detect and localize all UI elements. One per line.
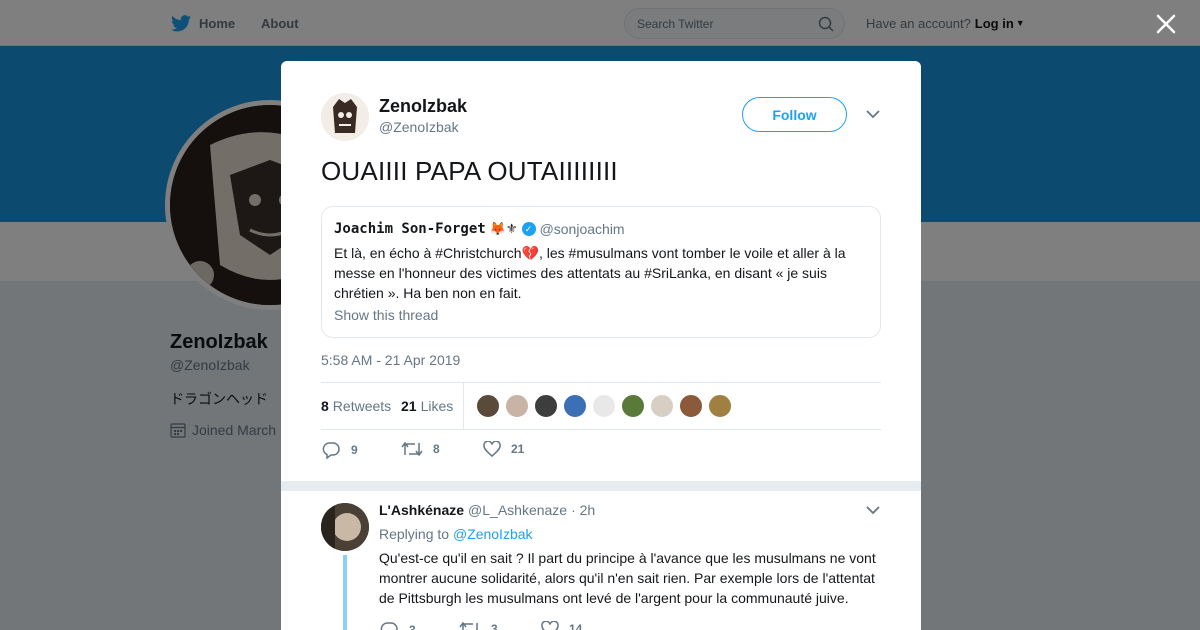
reply-like-count: 14 bbox=[569, 622, 583, 630]
show-thread-link[interactable]: Show this thread bbox=[334, 307, 868, 323]
liker-avatar[interactable] bbox=[679, 394, 703, 418]
liker-avatar[interactable] bbox=[708, 394, 732, 418]
liker-avatar[interactable] bbox=[592, 394, 616, 418]
retweets-stat[interactable]: 8 Retweets bbox=[321, 383, 391, 429]
reply-action[interactable]: 9 bbox=[321, 441, 358, 459]
quoted-author-handle: @sonjoachim bbox=[539, 221, 625, 237]
reply-count: 9 bbox=[351, 443, 358, 457]
like-action[interactable]: 21 bbox=[483, 441, 524, 457]
likes-label: Likes bbox=[420, 398, 454, 414]
retweet-icon bbox=[401, 441, 423, 457]
verified-badge-icon: ✓ bbox=[521, 222, 536, 236]
replying-to: Replying to @ZenoIzbak bbox=[379, 526, 533, 542]
reply-retweet-action[interactable]: 3 bbox=[459, 621, 498, 630]
retweet-icon bbox=[459, 621, 478, 630]
quoted-author-name: Joachim Son-Forget bbox=[334, 221, 486, 237]
close-icon[interactable] bbox=[1154, 12, 1178, 36]
reply-actions: 3 3 14 bbox=[379, 621, 679, 630]
reply-header: L'Ashkénaze @L_Ashkenaze · 2h bbox=[379, 502, 595, 518]
author-avatar-image bbox=[321, 93, 369, 141]
reply-author-handle[interactable]: @L_Ashkenaze bbox=[468, 502, 567, 518]
tweet-timestamp[interactable]: 5:58 AM - 21 Apr 2019 bbox=[321, 352, 460, 368]
heart-icon bbox=[483, 441, 501, 457]
quoted-tweet-header: Joachim Son-Forget 🦊⚜ ✓ @sonjoachim bbox=[334, 219, 868, 239]
reply-reply-action[interactable]: 3 bbox=[379, 621, 416, 630]
quoted-tweet[interactable]: Joachim Son-Forget 🦊⚜ ✓ @sonjoachim Et l… bbox=[321, 206, 881, 338]
likes-count: 21 bbox=[401, 398, 417, 414]
tweet-author-avatar[interactable] bbox=[321, 93, 369, 141]
quoted-tweet-text: Et là, en écho à #Christchurch💔, les #mu… bbox=[334, 245, 846, 301]
reply-retweet-count: 3 bbox=[491, 622, 498, 630]
heart-icon bbox=[541, 621, 559, 630]
reply-icon bbox=[322, 442, 340, 459]
replies-separator bbox=[281, 481, 921, 491]
retweets-label: Retweets bbox=[332, 398, 392, 414]
liker-avatar[interactable] bbox=[621, 394, 645, 418]
retweets-count: 8 bbox=[321, 398, 329, 414]
liker-avatar[interactable] bbox=[650, 394, 674, 418]
retweet-count: 8 bbox=[433, 442, 440, 456]
tweet-author-handle[interactable]: @ZenoIzbak bbox=[379, 119, 459, 135]
tweet-text: OUAIIII PAPA OUTAIIIIIIII bbox=[321, 156, 618, 186]
follow-button[interactable]: Follow bbox=[742, 97, 847, 132]
stats-divider bbox=[463, 383, 464, 429]
reply-text: Qu'est-ce qu'il en sait ? Il part du pri… bbox=[379, 550, 876, 606]
tweet-stats: 8 Retweets 21 Likes bbox=[321, 382, 881, 430]
reply-avatar-image bbox=[321, 503, 369, 551]
reply-icon bbox=[380, 622, 398, 630]
likes-stat[interactable]: 21 Likes bbox=[401, 383, 453, 429]
reply-time[interactable]: · 2h bbox=[571, 502, 595, 518]
replying-to-link[interactable]: @ZenoIzbak bbox=[453, 526, 533, 542]
tweet-actions: 9 8 21 bbox=[321, 441, 621, 461]
quoted-author-emojis: 🦊⚜ bbox=[489, 221, 518, 236]
liker-avatar[interactable] bbox=[534, 394, 558, 418]
tweet-author-name[interactable]: ZenoIzbak bbox=[379, 96, 467, 117]
replying-prefix: Replying to bbox=[379, 526, 450, 542]
retweet-action[interactable]: 8 bbox=[401, 441, 440, 457]
like-count: 21 bbox=[511, 442, 525, 456]
liker-avatar[interactable] bbox=[563, 394, 587, 418]
chevron-down-icon[interactable] bbox=[866, 505, 880, 515]
reply-author-name[interactable]: L'Ashkénaze bbox=[379, 502, 464, 518]
reply-reply-count: 3 bbox=[409, 623, 416, 630]
chevron-down-icon[interactable] bbox=[866, 109, 880, 119]
liker-avatar[interactable] bbox=[476, 394, 500, 418]
liker-avatar[interactable] bbox=[505, 394, 529, 418]
reply-author-avatar[interactable] bbox=[321, 503, 369, 551]
reply-like-action[interactable]: 14 bbox=[541, 621, 582, 630]
tweet-modal: ZenoIzbak @ZenoIzbak Follow OUAIIII PAPA… bbox=[281, 61, 921, 630]
thread-connector-line bbox=[343, 555, 347, 630]
